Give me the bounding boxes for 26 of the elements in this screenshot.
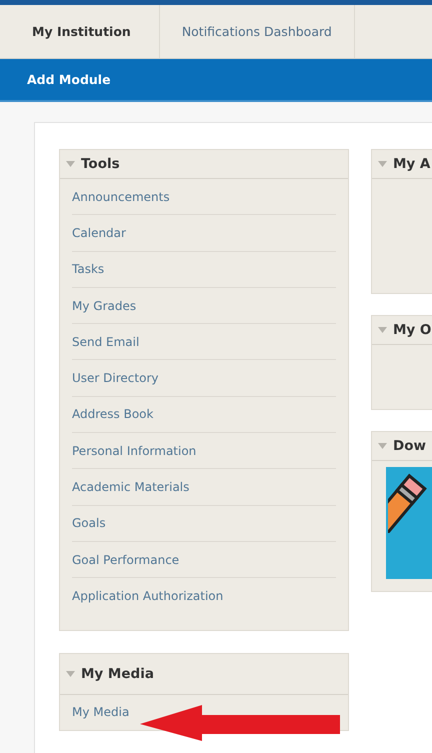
module-link[interactable]: Academic Materials — [72, 480, 190, 494]
collapse-triangle-icon[interactable] — [378, 327, 387, 333]
add-module-button[interactable]: Add Module — [0, 72, 111, 87]
module-link[interactable]: My Grades — [72, 298, 136, 313]
tab[interactable]: My Institution — [0, 5, 160, 58]
module-link[interactable]: Announcements — [72, 190, 170, 204]
module-link[interactable]: Calendar — [72, 226, 126, 240]
collapse-triangle-icon[interactable] — [66, 161, 75, 167]
collapse-triangle-icon[interactable] — [66, 670, 75, 677]
tab[interactable]: Notifications Dashboard — [160, 5, 355, 58]
module-link[interactable]: Personal Information — [72, 444, 196, 458]
module-link[interactable]: User Directory — [72, 371, 158, 386]
module-title: My Media — [81, 666, 154, 682]
collapse-triangle-icon[interactable] — [378, 161, 387, 167]
module-link[interactable]: Send Email — [72, 334, 140, 349]
module-title: My O — [393, 322, 432, 338]
collapse-triangle-icon[interactable] — [378, 443, 387, 449]
module-title: Dow — [393, 438, 426, 454]
module-link[interactable]: Address Book — [72, 407, 154, 422]
module-link[interactable]: Goals — [72, 516, 106, 530]
module-link[interactable]: Application Authorization — [72, 588, 224, 603]
module-title: Tools — [81, 156, 120, 172]
module-link[interactable]: Tasks — [72, 262, 104, 276]
module-title: My A — [393, 156, 430, 172]
module-link[interactable]: Goal Performance — [72, 552, 180, 567]
module-link[interactable]: My Media — [72, 705, 130, 720]
